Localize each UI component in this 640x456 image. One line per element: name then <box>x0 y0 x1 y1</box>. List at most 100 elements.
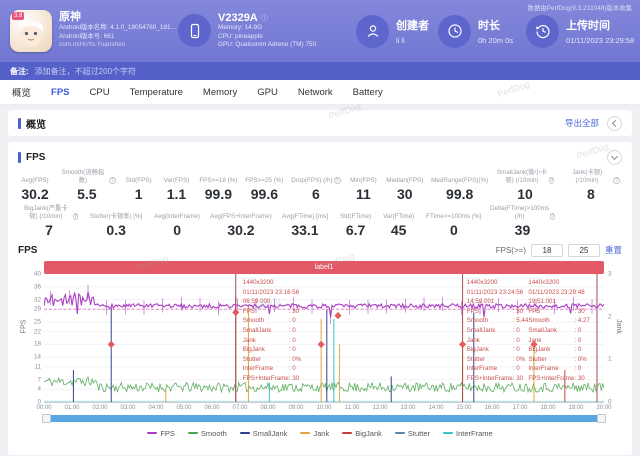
info-icon[interactable]: ? <box>73 213 78 220</box>
fps-chart-title: FPS <box>18 245 37 256</box>
duration-block: 时长 0h 20m 0s <box>438 15 526 48</box>
duration-label: 时长 <box>478 17 513 33</box>
fps-threshold-label: FPS(>=) <box>496 246 526 255</box>
x-axis-tick: 07:00 <box>232 405 247 411</box>
legend-label: BigJank <box>355 429 382 438</box>
legend-label: Jank <box>313 429 329 438</box>
history-clock-icon <box>526 15 559 48</box>
metric-value: 1.1 <box>167 186 186 202</box>
chart-label-banner: label1 <box>44 261 604 274</box>
metric-label: FPS>=18 (%) <box>199 168 237 184</box>
y-axis-right-tick: 2 <box>608 313 612 320</box>
legend-item-bigjank[interactable]: BigJank <box>342 429 382 438</box>
info-icon[interactable]: ? <box>550 213 555 220</box>
scrollbar-right-handle[interactable] <box>597 414 606 423</box>
legend-item-fps[interactable]: FPS <box>147 429 175 438</box>
metric-medrange_fps: MedRange(FPS)(%)99.8 <box>431 168 488 202</box>
y-axis-left-title: FPS <box>20 320 27 334</box>
legend-item-smooth[interactable]: Smooth <box>188 429 227 438</box>
x-axis-tick: 11:00 <box>345 405 360 411</box>
reset-link[interactable]: 重置 <box>605 244 622 256</box>
x-axis-tick: 13:00 <box>400 405 415 411</box>
y-axis-left-tick: 14 <box>34 354 41 361</box>
tab-battery[interactable]: Battery <box>353 87 383 98</box>
tab-gpu[interactable]: GPU <box>257 87 278 98</box>
metric-smalljank: SmallJank(微小卡顿) (/10min)? 10 <box>496 168 554 202</box>
metric-value: 10 <box>517 186 533 202</box>
legend-color-chip <box>300 432 310 434</box>
metric-stutter: Stutter(卡顿率) [%]0.3 <box>90 204 142 238</box>
upload-label: 上传时间 <box>566 17 634 33</box>
chart-canvas <box>44 274 604 402</box>
overview-collapse-button[interactable] <box>607 116 622 131</box>
x-axis-tick: 12:00 <box>372 405 387 411</box>
creator-block: 创建者 li li <box>356 15 438 48</box>
metric-value: 8 <box>587 186 595 202</box>
metric-label: Jank(卡顿) (/10min)? <box>562 168 620 184</box>
info-icon[interactable]: ? <box>549 177 554 184</box>
duration-value: 0h 20m 0s <box>478 36 513 45</box>
export-all-link[interactable]: 导出全部 <box>565 117 599 129</box>
x-axis-tick: 05:00 <box>176 405 191 411</box>
chart-scrollbar[interactable] <box>44 415 604 422</box>
tab-temperature[interactable]: Temperature <box>130 87 183 98</box>
legend-color-chip <box>342 432 352 434</box>
fps-metrics-row1: Avg(FPS)30.2Smooth(流畅指数)?5.5Std(FPS)1Var… <box>18 168 622 202</box>
app-block: 3.8 原神 Android版本名称: 4.1.0_18054760_181..… <box>10 10 178 52</box>
device-info-icon[interactable]: ⓘ <box>261 13 268 23</box>
tab-memory[interactable]: Memory <box>203 87 237 98</box>
info-icon[interactable]: ? <box>109 177 116 184</box>
metric-label: Smooth(流畅指数)? <box>58 168 116 184</box>
y-axis-left-tick: 40 <box>34 271 41 278</box>
app-name: 原神 <box>59 10 176 24</box>
x-axis-tick: 19:00 <box>568 405 583 411</box>
metric-label: Avg(FPS+InterFrame) <box>212 204 270 220</box>
device-gpu: GPU: Qualcomm Adreno (TM) 750 <box>218 41 316 50</box>
device-block: V2329A ⓘ Memory: 14.9G CPU: pineapple GP… <box>178 12 356 50</box>
metric-bigjank: BigJank(严重卡顿) (/10min)?7 <box>20 204 78 238</box>
metric-value: 99.9 <box>205 186 232 202</box>
metric-median_fps: Median(FPS)30 <box>386 168 423 202</box>
tab-fps[interactable]: FPS <box>51 87 69 98</box>
fps-threshold-controls: FPS(>=) 重置 <box>496 244 622 257</box>
metric-label: Var(FPS) <box>164 168 190 184</box>
tab-cpu[interactable]: CPU <box>90 87 110 98</box>
header: 3.8 原神 Android版本名称: 4.1.0_18054760_181..… <box>0 0 640 62</box>
tab-overview[interactable]: 概览 <box>12 85 31 99</box>
chart-plot[interactable]: 04711141822252932364001231440x320001/11/… <box>44 274 604 403</box>
legend-item-smalljank[interactable]: SmallJank <box>240 429 288 438</box>
tab-network[interactable]: Network <box>298 87 333 98</box>
x-axis-tick: 06:00 <box>204 405 219 411</box>
clock-icon <box>438 15 471 48</box>
creator-value: li li <box>396 36 429 45</box>
x-axis-tick: 09:00 <box>288 405 303 411</box>
metric-label: Drop(FPS) (/h)? <box>291 168 340 184</box>
y-axis-left-tick: 7 <box>37 376 41 383</box>
fps-chart: label1 FPS Jank 047111418222529323640012… <box>18 261 622 439</box>
notes-bar[interactable]: 备注: 添加备注，不超过200个字符 <box>0 62 640 80</box>
fps-threshold-high-input[interactable] <box>568 244 600 257</box>
fps-collapse-button[interactable] <box>607 150 622 165</box>
y-axis-left-tick: 36 <box>34 283 41 290</box>
metric-label: Avg(InterFrame) <box>154 204 200 220</box>
metric-value: 33.1 <box>291 222 318 238</box>
metric-label: SmallJank(微小卡顿) (/10min)? <box>496 168 554 184</box>
app-package: com.miHoYo.Yuanshen <box>59 41 176 49</box>
metric-avg_ftime: Avg(FTime) [ms]33.1 <box>282 204 328 238</box>
legend-item-stutter[interactable]: Stutter <box>395 429 430 438</box>
legend-color-chip <box>443 432 453 434</box>
y-axis-right-title: Jank <box>615 319 622 334</box>
legend-item-interframe[interactable]: InterFrame <box>443 429 493 438</box>
info-icon[interactable]: ? <box>613 177 620 184</box>
legend-item-jank[interactable]: Jank <box>300 429 329 438</box>
y-axis-right-tick: 1 <box>608 356 612 363</box>
fps-section: FPS Avg(FPS)30.2Smooth(流畅指数)?5.5Std(FPS)… <box>8 142 632 455</box>
chart-label-banner-text: label1 <box>315 264 334 271</box>
x-axis-tick: 01:00 <box>64 405 79 411</box>
info-icon[interactable]: ? <box>334 177 341 184</box>
legend-label: SmallJank <box>253 429 288 438</box>
upload-block: 上传时间 01/11/2023 23:29:58 <box>526 15 640 48</box>
metric-fps_ge_25: FPS>=25 (%)99.6 <box>245 168 283 202</box>
fps-threshold-low-input[interactable] <box>531 244 563 257</box>
scrollbar-left-handle[interactable] <box>42 414 51 423</box>
